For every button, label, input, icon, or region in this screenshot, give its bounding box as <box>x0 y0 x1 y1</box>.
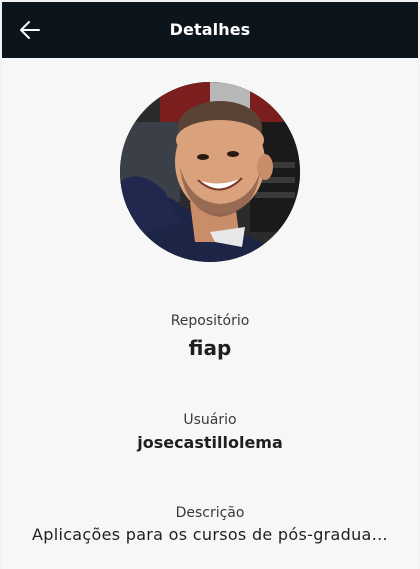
details-screen: Detalhes Repositório fiap Usuário joseca… <box>2 2 418 569</box>
app-bar: Detalhes <box>2 2 418 58</box>
avatar-photo <box>120 82 300 262</box>
description-value: Aplicações para os cursos de pós-graduaç… <box>32 525 401 544</box>
repository-value: fiap <box>188 336 232 360</box>
description-label: Descrição <box>175 505 245 521</box>
repository-label: Repositório <box>170 313 250 329</box>
user-value: josecastillolema <box>137 433 283 452</box>
avatar <box>120 82 300 262</box>
user-label: Usuário <box>183 412 237 428</box>
page-title: Detalhes <box>169 20 251 39</box>
